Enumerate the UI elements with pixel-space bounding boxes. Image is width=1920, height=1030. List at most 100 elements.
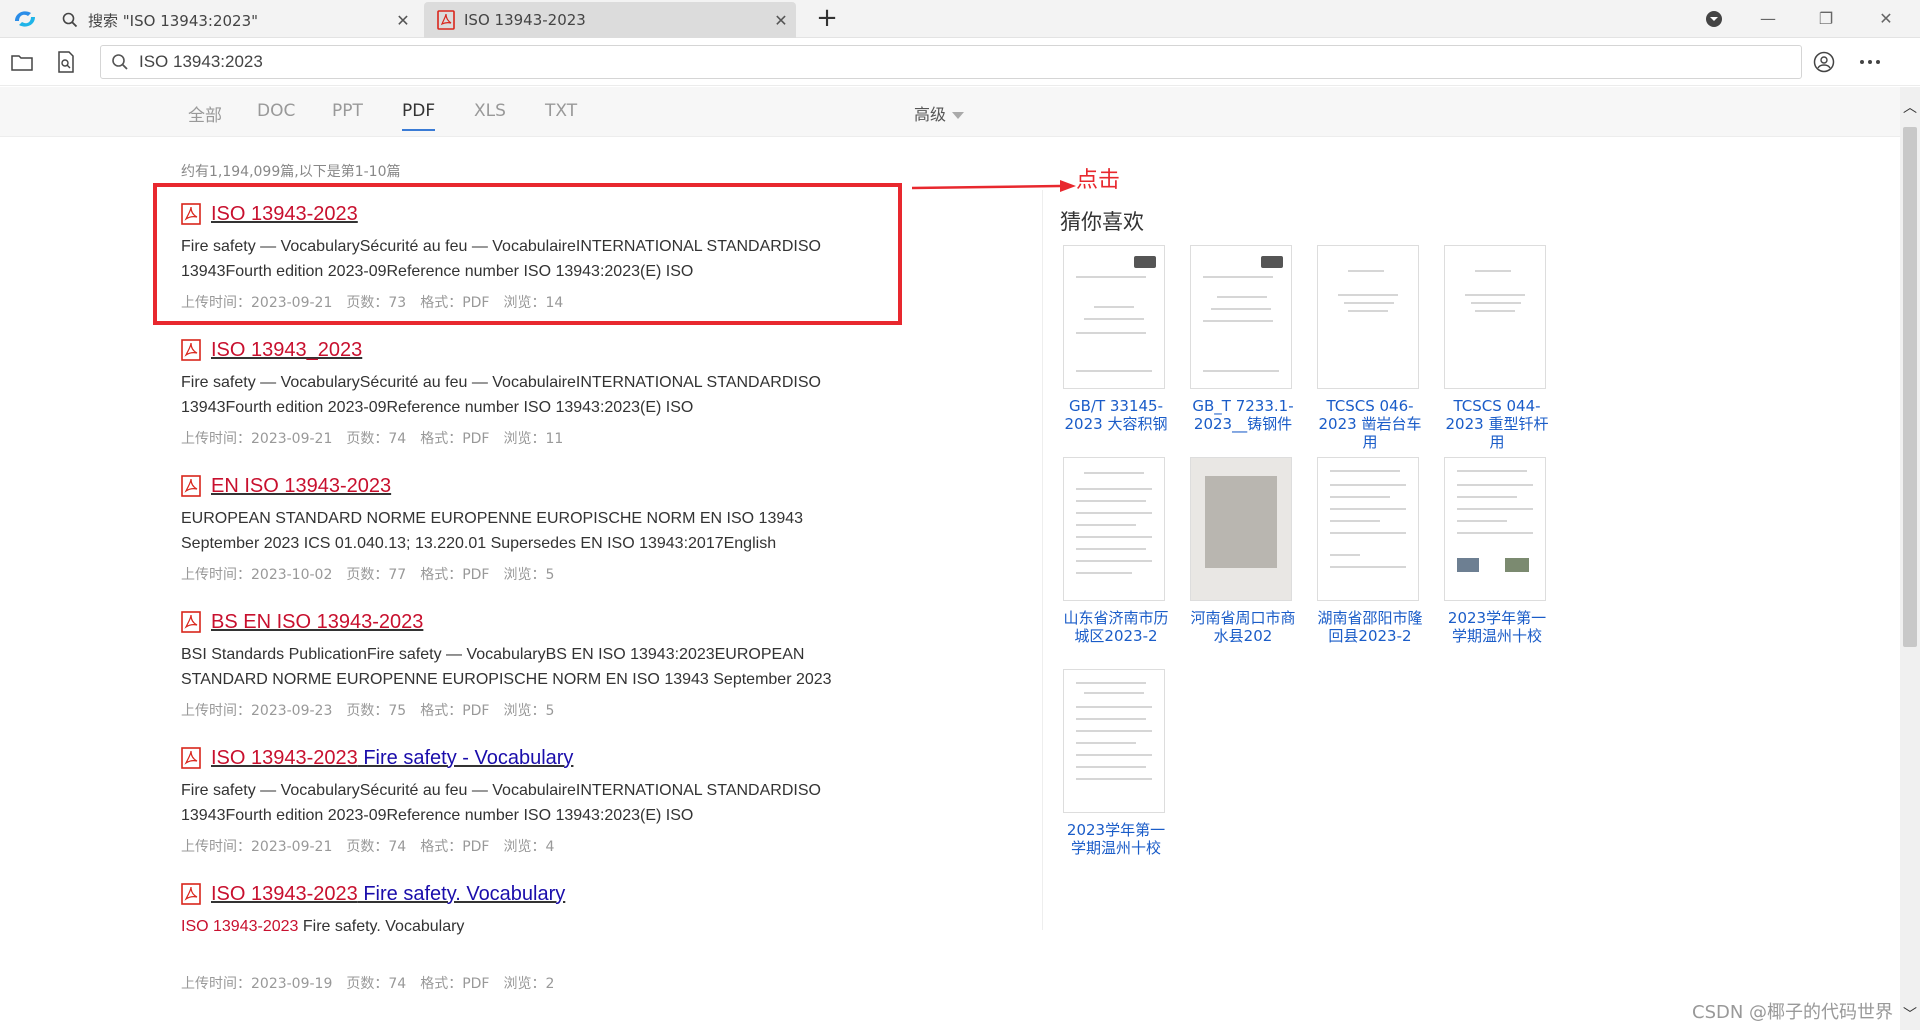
result-meta: 上传时间：2023-09-21 页数：74 格式：PDF 浏览：4 [181, 836, 881, 856]
file-format: 格式：PDF [420, 567, 490, 583]
divider [1042, 190, 1043, 930]
tab-label: ISO 13943-2023 [464, 11, 586, 29]
filter-tab-doc[interactable]: DOC [257, 101, 295, 131]
document-search-icon[interactable] [52, 48, 80, 76]
page-count: 页数：74 [346, 839, 407, 855]
filter-tab-pdf[interactable]: PDF [402, 101, 436, 131]
recommendation-item[interactable]: TCSCS 044-2023 重型钎杆用 [1444, 245, 1550, 451]
advanced-search-button[interactable]: 高级 [914, 101, 965, 125]
search-result: ISO 13943-2023 Fire safety - Vocabulary … [181, 744, 881, 856]
upload-date: 上传时间：2023-09-19 [181, 976, 333, 992]
search-result: EN ISO 13943-2023 EUROPEAN STANDARD NORM… [181, 472, 881, 584]
recommendation-caption: TCSCS 044-2023 重型钎杆用 [1445, 397, 1549, 451]
tab-label: 搜索 "ISO 13943:2023" [88, 11, 259, 30]
result-meta: 上传时间：2023-09-23 页数：75 格式：PDF 浏览：5 [181, 700, 881, 720]
recommendation-caption: GB_T 7233.1-2023__铸钢件 [1192, 397, 1294, 433]
page-count: 页数：77 [346, 567, 407, 583]
tab-bar: 搜索 "ISO 13943:2023" ✕ ISO 13943-2023 ✕ +… [0, 0, 1920, 38]
scrollbar[interactable]: ︿ ﹀ [1900, 87, 1920, 1030]
document-thumbnail [1063, 669, 1165, 813]
close-window-button[interactable]: ✕ [1866, 4, 1906, 34]
result-snippet: BSI Standards PublicationFire safety — V… [181, 646, 832, 688]
recommendations-title: 猜你喜欢 [1060, 210, 1144, 234]
result-meta: 上传时间：2023-09-19 页数：74 格式：PDF 浏览：2 [181, 973, 881, 993]
pdf-icon [181, 611, 201, 633]
result-snippet: Fire safety — VocabularySécurité au feu … [181, 782, 821, 824]
recommendation-item[interactable]: GB/T 33145-2023 大容积钢 [1063, 245, 1169, 433]
tab-pdf[interactable]: ISO 13943-2023 ✕ [424, 2, 796, 38]
file-type-filter-bar: 全部 DOC PPT PDF XLS TXT 高级 [0, 87, 1900, 137]
recommendation-caption: 2023学年第一学期温州十校 [1447, 609, 1547, 645]
filter-tab-xls[interactable]: XLS [474, 101, 506, 131]
watermark: CSDN @椰子的代码世界 [1692, 1002, 1894, 1023]
pdf-icon [434, 10, 458, 30]
result-title-link[interactable]: BS EN ISO 13943-2023 [211, 611, 423, 634]
search-box [100, 45, 1802, 79]
close-tab-icon[interactable]: ✕ [388, 11, 418, 30]
folder-icon[interactable] [8, 48, 36, 76]
result-title-link[interactable]: ISO 13943-2023 Fire safety. Vocabulary [211, 883, 565, 906]
result-count: 约有1,194,099篇,以下是第1-10篇 [181, 164, 401, 180]
search-result: ISO 13943-2023 Fire safety. Vocabulary I… [181, 880, 881, 993]
recommendation-caption: GB/T 33145-2023 大容积钢 [1064, 397, 1168, 433]
recommendation-item[interactable]: 山东省济南市历城区2023-2 [1063, 457, 1169, 645]
search-input[interactable] [139, 50, 1779, 74]
tab-search[interactable]: 搜索 "ISO 13943:2023" ✕ [48, 2, 418, 38]
page-count: 页数：74 [346, 976, 407, 992]
search-icon [58, 12, 82, 28]
close-tab-icon[interactable]: ✕ [766, 11, 796, 30]
document-thumbnail [1317, 457, 1419, 601]
view-count: 浏览：5 [503, 567, 555, 583]
recommendation-caption: 河南省周口市商水县202 [1190, 609, 1296, 645]
document-photo-thumbnail [1190, 457, 1292, 601]
file-format: 格式：PDF [420, 431, 490, 447]
account-icon[interactable] [1810, 48, 1838, 76]
document-thumbnail [1444, 457, 1546, 601]
page-count: 页数：75 [346, 703, 407, 719]
advanced-label: 高级 [914, 105, 947, 124]
recommendation-caption: 2023学年第一学期温州十校 [1066, 821, 1166, 857]
result-title-link[interactable]: ISO 13943-2023 Fire safety - Vocabulary [211, 747, 573, 770]
filter-tab-txt[interactable]: TXT [545, 101, 577, 131]
result-title-link[interactable]: EN ISO 13943-2023 [211, 475, 391, 498]
result-snippet: ISO 13943-2023 Fire safety. Vocabulary [181, 918, 465, 935]
search-result: ISO 13943_2023 Fire safety — VocabularyS… [181, 336, 881, 448]
pdf-icon [181, 883, 201, 905]
filter-tab-all[interactable]: 全部 [188, 101, 222, 131]
recommendation-item[interactable]: 2023学年第一学期温州十校 [1444, 457, 1550, 645]
app-logo-icon [15, 11, 35, 27]
scroll-up-icon[interactable]: ︿ [1900, 97, 1920, 117]
recommendation-item[interactable]: 河南省周口市商水县202 [1190, 457, 1296, 645]
new-tab-button[interactable]: + [812, 4, 842, 34]
result-snippet: EUROPEAN STANDARD NORME EUROPENNE EUROPI… [181, 510, 804, 552]
upload-date: 上传时间：2023-09-23 [181, 703, 333, 719]
result-meta: 上传时间：2023-10-02 页数：77 格式：PDF 浏览：5 [181, 564, 881, 584]
document-thumbnail [1063, 457, 1165, 601]
document-thumbnail [1317, 245, 1419, 389]
recommendation-caption: 山东省济南市历城区2023-2 [1063, 609, 1169, 645]
scroll-thumb[interactable] [1903, 127, 1917, 647]
upload-date: 上传时间：2023-10-02 [181, 567, 333, 583]
page-count: 页数：74 [346, 431, 407, 447]
recommendation-item[interactable]: 湖南省邵阳市隆回县2023-2 [1317, 457, 1423, 645]
file-format: 格式：PDF [420, 703, 490, 719]
pdf-icon [181, 339, 201, 361]
filter-tab-ppt[interactable]: PPT [332, 101, 363, 131]
upload-date: 上传时间：2023-09-21 [181, 431, 333, 447]
download-icon[interactable] [1694, 4, 1734, 34]
view-count: 浏览：5 [503, 703, 555, 719]
view-count: 浏览：2 [503, 976, 555, 992]
recommendation-item[interactable]: TCSCS 046-2023 凿岩台车用 [1317, 245, 1423, 451]
annotation-arrow-icon [911, 180, 1076, 192]
search-result: BS EN ISO 13943-2023 BSI Standards Publi… [181, 608, 881, 720]
more-options-icon[interactable] [1856, 48, 1884, 76]
result-title-link[interactable]: ISO 13943_2023 [211, 339, 362, 362]
recommendation-item[interactable]: 2023学年第一学期温州十校 [1063, 669, 1169, 857]
scroll-down-icon[interactable]: ﹀ [1900, 1004, 1920, 1024]
chevron-down-icon [952, 112, 965, 119]
pdf-icon [181, 475, 201, 497]
restore-button[interactable]: ❐ [1806, 4, 1846, 34]
recommendation-item[interactable]: GB_T 7233.1-2023__铸钢件 [1190, 245, 1296, 433]
annotation-label: 点击 [1076, 168, 1121, 193]
minimize-button[interactable]: — [1748, 4, 1788, 34]
